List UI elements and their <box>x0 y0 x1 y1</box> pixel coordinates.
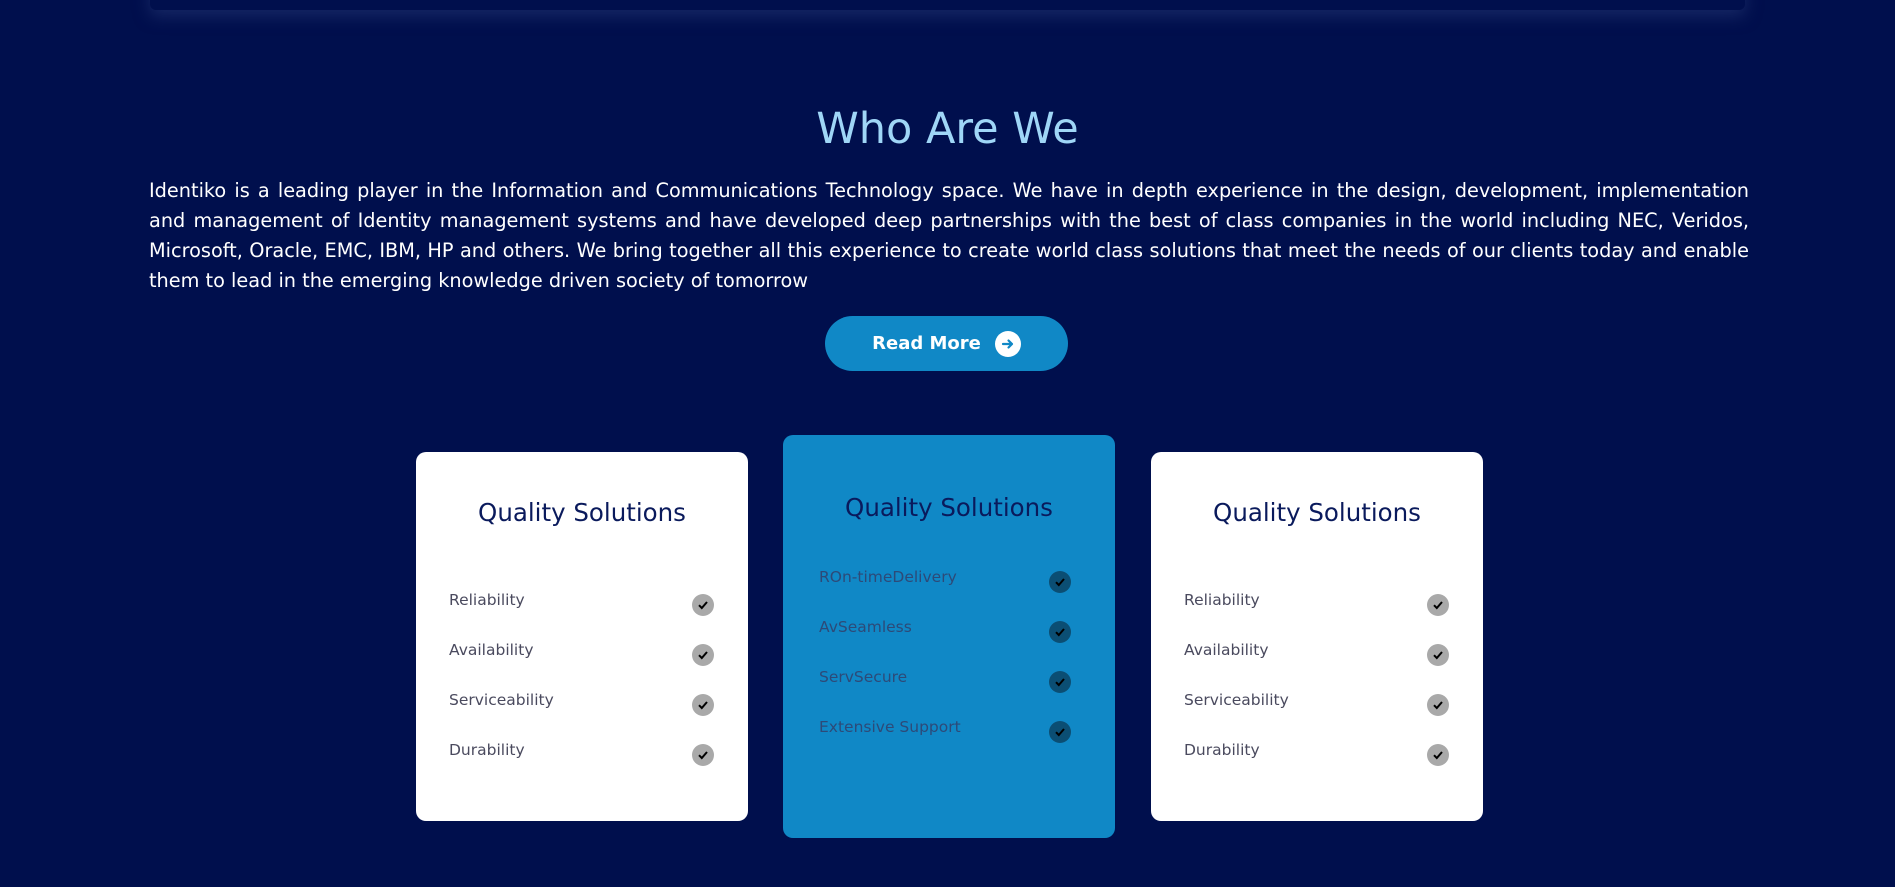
card-title: Quality Solutions <box>845 493 1053 522</box>
list-item: Serviceability <box>416 690 748 740</box>
feature-label: ROn-timeDelivery <box>819 568 957 586</box>
feature-label: Serviceability <box>1184 691 1289 709</box>
feature-label: Availability <box>449 641 534 659</box>
previous-section-edge <box>150 0 1745 10</box>
feature-label: Reliability <box>1184 591 1260 609</box>
check-icon <box>1049 571 1071 593</box>
who-are-we-section: Who Are We Identiko is a leading player … <box>0 0 1895 887</box>
read-more-button[interactable]: Read More <box>825 316 1068 371</box>
feature-list: Reliability Availability Serviceability … <box>1151 590 1483 790</box>
check-icon <box>1427 744 1449 766</box>
feature-label: Reliability <box>449 591 525 609</box>
feature-label: ServSecure <box>819 668 908 686</box>
list-item: Reliability <box>1151 590 1483 640</box>
feature-label: Serviceability <box>449 691 554 709</box>
check-icon <box>692 594 714 616</box>
list-item: Durability <box>416 740 748 790</box>
feature-label: Availability <box>1184 641 1269 659</box>
check-icon <box>1427 594 1449 616</box>
check-icon <box>1049 671 1071 693</box>
feature-list: ROn-timeDelivery AvSeamless ServSecure E… <box>783 567 1115 767</box>
feature-label: AvSeamless <box>819 618 912 636</box>
section-title: Who Are We <box>816 104 1079 154</box>
list-item: Serviceability <box>1151 690 1483 740</box>
list-item: ServSecure <box>783 667 1115 717</box>
list-item: Availability <box>1151 640 1483 690</box>
feature-card-left: Quality Solutions Reliability Availabili… <box>416 452 748 821</box>
list-item: ROn-timeDelivery <box>783 567 1115 617</box>
list-item: Extensive Support <box>783 717 1115 767</box>
feature-label: Extensive Support <box>819 718 961 736</box>
list-item: Availability <box>416 640 748 690</box>
card-title: Quality Solutions <box>1213 498 1421 527</box>
feature-card-right: Quality Solutions Reliability Availabili… <box>1151 452 1483 821</box>
card-title: Quality Solutions <box>478 498 686 527</box>
check-icon <box>1049 621 1071 643</box>
feature-label: Durability <box>449 741 525 759</box>
check-icon <box>692 744 714 766</box>
list-item: Durability <box>1151 740 1483 790</box>
list-item: AvSeamless <box>783 617 1115 667</box>
feature-label: Durability <box>1184 741 1260 759</box>
check-icon <box>1427 694 1449 716</box>
list-item: Reliability <box>416 590 748 640</box>
check-icon <box>1427 644 1449 666</box>
feature-card-center: Quality Solutions ROn-timeDelivery AvSea… <box>783 435 1115 838</box>
intro-paragraph: Identiko is a leading player in the Info… <box>149 179 1749 292</box>
check-icon <box>1049 721 1071 743</box>
arrow-right-circle-icon <box>994 330 1021 357</box>
check-icon <box>692 694 714 716</box>
read-more-label: Read More <box>872 333 981 354</box>
check-icon <box>692 644 714 666</box>
feature-list: Reliability Availability Serviceability … <box>416 590 748 790</box>
